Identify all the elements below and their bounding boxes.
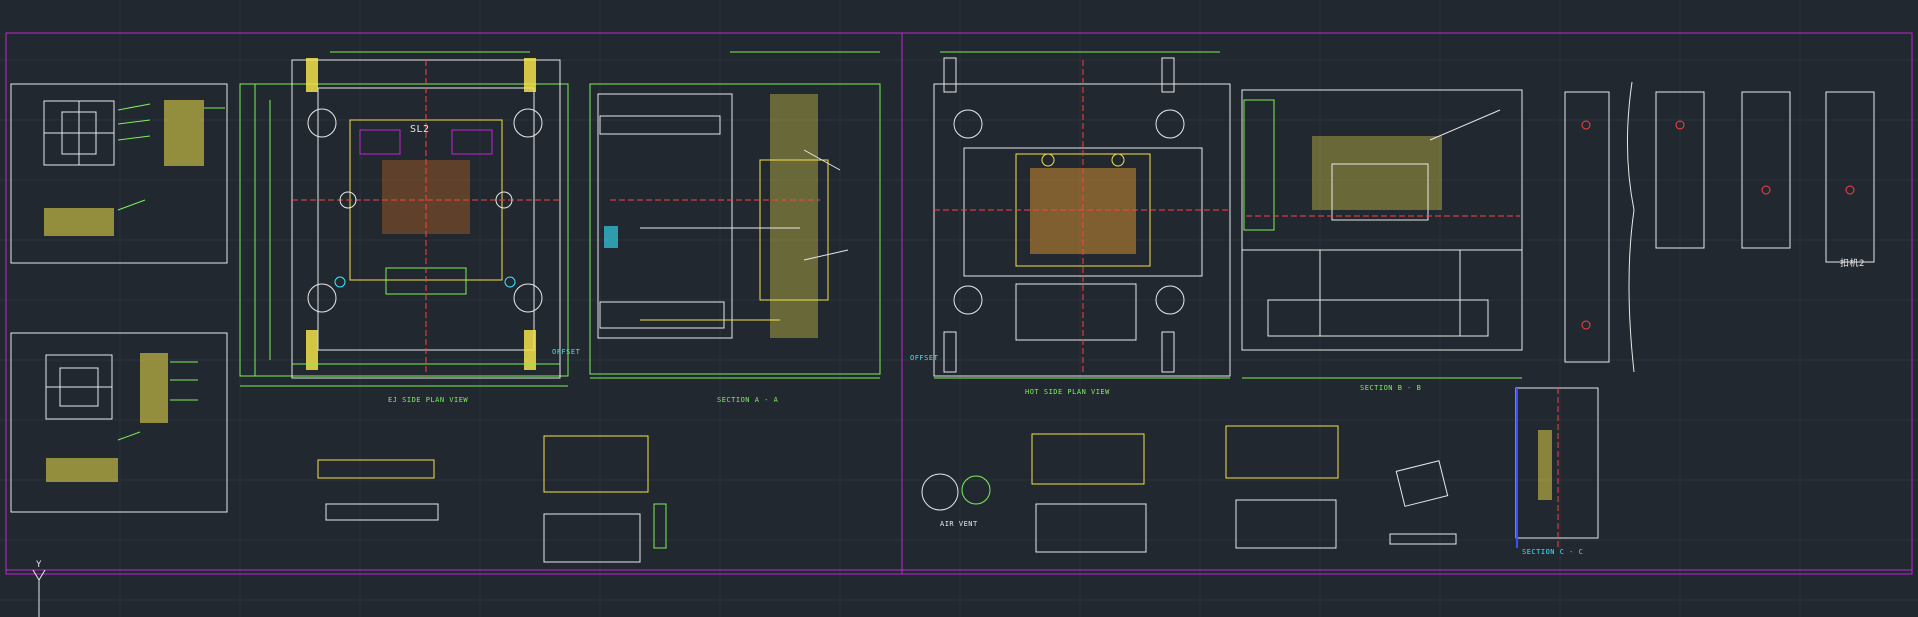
right-detail-views[interactable]: [1564, 81, 1875, 373]
hot-side-plan-view-label: HOT SIDE PLAN VIEW: [1025, 388, 1110, 396]
sl2-mark: SL2: [410, 124, 430, 135]
hot-side-plan-view[interactable]: [933, 51, 1231, 379]
section-a-a-view[interactable]: [589, 51, 881, 379]
ej-side-plan-view-label: EJ SIDE PLAN VIEW: [388, 396, 469, 404]
ucs-y-label: Y: [36, 560, 42, 570]
detail-box-top[interactable]: [10, 83, 228, 264]
section-a-a-label: SECTION A - A: [717, 396, 779, 404]
ucs-icon: [32, 569, 46, 617]
slider-cn-label: 扣机2: [1840, 259, 1865, 269]
offset-label-right: OFFSET: [910, 354, 939, 362]
air-vent-label: AIR VENT: [940, 520, 978, 528]
offset-label-left: OFFSET: [552, 348, 581, 356]
section-b-b-view[interactable]: [1241, 89, 1523, 379]
section-c-c-label: SECTION C - C: [1522, 548, 1584, 556]
section-b-b-label: SECTION B - B: [1360, 384, 1422, 392]
ej-side-plan-view[interactable]: [239, 51, 569, 387]
bottom-left-details[interactable]: [317, 435, 667, 563]
bottom-right-details[interactable]: [921, 387, 1599, 553]
